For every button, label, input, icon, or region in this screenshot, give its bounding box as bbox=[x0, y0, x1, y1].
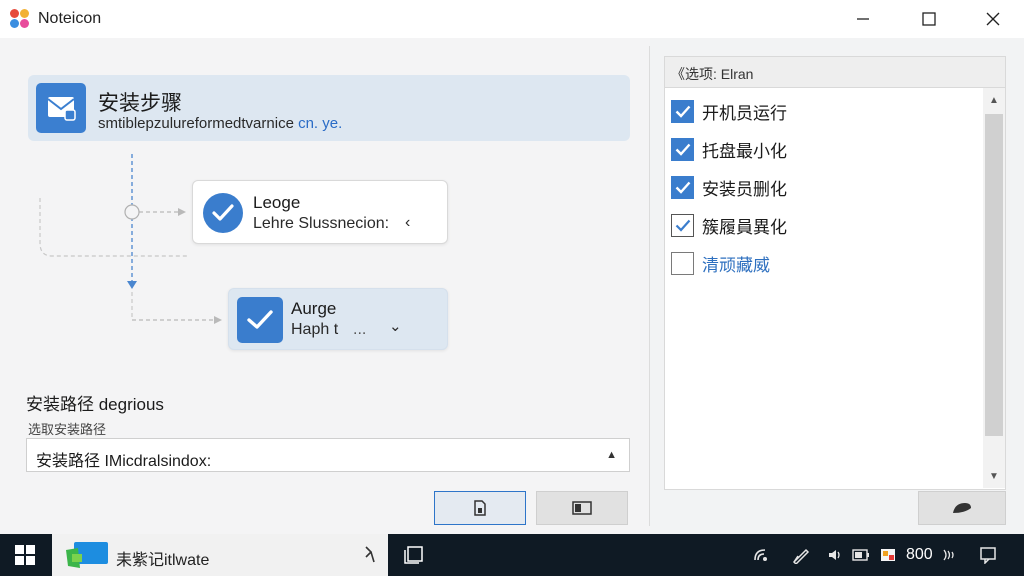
app-logo-icon bbox=[10, 9, 30, 29]
network-icon[interactable] bbox=[748, 534, 774, 576]
page-title: 安装步骤 bbox=[98, 92, 182, 115]
scroll-down-icon[interactable]: ▼ bbox=[983, 466, 1005, 486]
subtitle-link[interactable]: cn. ye. bbox=[298, 115, 342, 132]
file-icon bbox=[474, 500, 486, 516]
scrollbar-thumb[interactable] bbox=[985, 114, 1003, 436]
install-path-hint: 选取安装路径 bbox=[28, 422, 107, 437]
step-1-subtitle: Lehre Slussnecion: bbox=[253, 215, 390, 232]
main-area: 安装步骤 smtiblepzulureformedtvarnice cn. ye… bbox=[0, 38, 1024, 534]
chevron-left-icon[interactable]: ‹ bbox=[405, 214, 410, 232]
option-label: 安装员删化 bbox=[702, 179, 787, 199]
check-icon bbox=[675, 219, 690, 232]
page-subtitle: smtiblepzulureformedtvarnice cn. ye. bbox=[98, 115, 342, 132]
wizard-pane: 安装步骤 smtiblepzulureformedtvarnice cn. ye… bbox=[0, 38, 650, 534]
checkbox[interactable] bbox=[671, 137, 694, 161]
step-card-1[interactable]: Leoge Lehre Slussnecion: ‹ bbox=[192, 180, 448, 244]
check-square-icon bbox=[237, 297, 283, 343]
install-path-value: 安装路径 IMicdralsindox: bbox=[36, 453, 212, 470]
mail-icon bbox=[36, 83, 86, 133]
pane-divider bbox=[649, 46, 650, 526]
browse-button[interactable] bbox=[434, 491, 526, 525]
task-view-icon[interactable] bbox=[404, 545, 428, 565]
taskbar-search[interactable]: 耒紫记itlwate bbox=[52, 534, 388, 576]
option-item[interactable]: 托盘最小化 bbox=[671, 136, 787, 162]
check-icon bbox=[675, 105, 690, 118]
option-label: 托盘最小化 bbox=[702, 141, 787, 161]
check-icon bbox=[675, 181, 690, 194]
option-label: 簇履員異化 bbox=[702, 217, 787, 237]
option-label: 开机员运行 bbox=[702, 103, 787, 123]
taskbar: 耒紫记itlwate 800 bbox=[0, 534, 1024, 576]
options-action-button[interactable] bbox=[918, 491, 1006, 525]
folder-button[interactable] bbox=[536, 491, 628, 525]
flag-icon[interactable] bbox=[878, 534, 900, 576]
chevron-down-icon[interactable]: ⌄ bbox=[389, 317, 402, 335]
options-list: 开机员运行 托盘最小化 安装员删化 簇履員異化 清顽藏威 ▲ ▼ bbox=[664, 88, 1006, 490]
steps-header: 安装步骤 smtiblepzulureformedtvarnice cn. ye… bbox=[28, 75, 630, 141]
clock[interactable]: 800 bbox=[906, 546, 933, 564]
step-1-title: Leoge bbox=[253, 193, 301, 212]
leaf-icon bbox=[953, 503, 971, 513]
minimize-icon bbox=[857, 18, 869, 20]
mic-icon[interactable] bbox=[362, 546, 376, 564]
checkbox[interactable] bbox=[671, 175, 694, 199]
search-app-icon bbox=[66, 542, 108, 568]
options-header: 《选项: Elran bbox=[664, 56, 1006, 88]
windows-start-icon bbox=[15, 545, 35, 565]
start-button[interactable] bbox=[0, 534, 50, 576]
scroll-up-icon[interactable]: ▲ bbox=[983, 90, 1005, 110]
subtitle-text: smtiblepzulureformedtvarnice bbox=[98, 115, 294, 132]
step-card-2[interactable]: Aurge Haph t ... ⌄ bbox=[228, 288, 448, 350]
maximize-button[interactable] bbox=[906, 0, 952, 38]
check-circle-icon bbox=[203, 193, 243, 233]
close-icon bbox=[986, 12, 1000, 26]
check-icon bbox=[675, 143, 690, 156]
install-path-field[interactable]: 安装路径 IMicdralsindox: ▲ bbox=[26, 438, 630, 472]
title-bar: Noteicon bbox=[0, 0, 1024, 38]
checkbox[interactable] bbox=[671, 251, 694, 275]
volume-icon[interactable] bbox=[824, 534, 846, 576]
option-item[interactable]: 安装员删化 bbox=[671, 174, 787, 200]
pen-icon[interactable] bbox=[788, 534, 814, 576]
battery-icon[interactable] bbox=[850, 534, 872, 576]
option-item[interactable]: 清顽藏威 bbox=[671, 250, 770, 276]
notification-icon[interactable] bbox=[976, 534, 1000, 576]
caret-up-icon[interactable]: ▲ bbox=[606, 449, 617, 461]
maximize-icon bbox=[922, 12, 936, 26]
options-scrollbar[interactable]: ▲ ▼ bbox=[983, 88, 1005, 488]
option-label[interactable]: 清顽藏威 bbox=[702, 251, 770, 276]
step-2-title: Aurge bbox=[291, 299, 337, 318]
search-text: 耒紫记itlwate bbox=[116, 552, 210, 569]
wifi-icon[interactable] bbox=[938, 534, 960, 576]
step-2-subtitle: Haph t bbox=[291, 321, 339, 338]
option-item[interactable]: 开机员运行 bbox=[671, 98, 787, 124]
window-title: Noteicon bbox=[38, 10, 102, 27]
checkbox[interactable] bbox=[671, 213, 694, 237]
checkbox[interactable] bbox=[671, 99, 694, 123]
folder-icon bbox=[572, 501, 592, 515]
install-path-label: 安装路径 degrious bbox=[26, 395, 164, 414]
step-2-dots: ... bbox=[353, 321, 367, 338]
minimize-button[interactable] bbox=[840, 0, 886, 38]
option-item[interactable]: 簇履員異化 bbox=[671, 212, 787, 238]
close-button[interactable] bbox=[970, 0, 1016, 38]
options-header-label: 《选项: Elran bbox=[671, 66, 754, 82]
